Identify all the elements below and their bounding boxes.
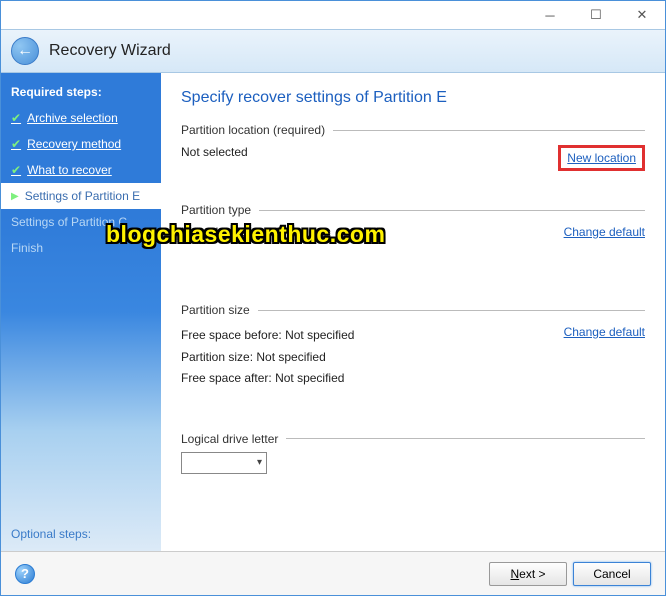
free-space-before: Free space before: Not specified (181, 325, 354, 347)
sidebar-step-label: Archive selection (27, 111, 118, 125)
sidebar-step-label: What to recover (27, 163, 112, 177)
back-icon[interactable]: ← (11, 37, 39, 65)
divider (258, 310, 645, 311)
cancel-button[interactable]: Cancel (573, 562, 651, 586)
section-heading-drive: Logical drive letter (181, 432, 278, 446)
main-content: Specify recover settings of Partition E … (161, 73, 665, 551)
minimize-button[interactable]: ─ (527, 1, 573, 29)
callout-highlight: New location (558, 145, 645, 171)
footer: ? Next > Cancel (1, 551, 665, 595)
sidebar: Required steps: ✔ Archive selection ✔ Re… (1, 73, 161, 551)
close-button[interactable]: ✕ (619, 1, 665, 29)
check-icon: ✔ (11, 137, 21, 151)
divider (286, 438, 645, 439)
change-default-type-link[interactable]: Change default (564, 225, 645, 239)
sidebar-step-label: Finish (11, 241, 43, 255)
section-heading-location: Partition location (required) (181, 123, 325, 137)
partition-size: Partition size: Not specified (181, 347, 354, 369)
help-icon[interactable]: ? (15, 564, 35, 584)
divider (333, 130, 645, 131)
sidebar-optional-heading: Optional steps: (11, 527, 91, 541)
section-heading-size: Partition size (181, 303, 250, 317)
sidebar-step-what-to-recover[interactable]: ✔ What to recover (1, 157, 161, 183)
sidebar-step-label: Settings of Partition C (11, 215, 127, 229)
page-title: Specify recover settings of Partition E (181, 89, 645, 107)
section-heading-type: Partition type (181, 203, 251, 217)
free-space-after: Free space after: Not specified (181, 368, 354, 390)
sidebar-step-label: Settings of Partition E (25, 189, 140, 203)
wizard-title: Recovery Wizard (49, 42, 171, 60)
drive-letter-dropdown[interactable]: ▾ (181, 452, 267, 474)
sidebar-step-archive-selection[interactable]: ✔ Archive selection (1, 105, 161, 131)
sidebar-step-finish[interactable]: Finish (1, 235, 161, 261)
check-icon: ✔ (11, 111, 21, 125)
play-icon: ▶ (11, 191, 19, 202)
sidebar-step-recovery-method[interactable]: ✔ Recovery method (1, 131, 161, 157)
sidebar-heading: Required steps: (1, 79, 161, 105)
next-button[interactable]: Next > (489, 562, 567, 586)
type-value: Not selected (181, 225, 248, 239)
sidebar-step-settings-partition-c[interactable]: Settings of Partition C (1, 209, 161, 235)
location-value: Not selected (181, 145, 248, 159)
chevron-down-icon: ▾ (257, 457, 262, 468)
window-titlebar: ─ ☐ ✕ (1, 1, 665, 29)
maximize-button[interactable]: ☐ (573, 1, 619, 29)
divider (259, 210, 645, 211)
sidebar-step-label: Recovery method (27, 137, 121, 151)
sidebar-step-settings-partition-e[interactable]: ▶ Settings of Partition E (1, 183, 161, 209)
wizard-header: ← Recovery Wizard (1, 29, 665, 73)
new-location-link[interactable]: New location (567, 151, 636, 165)
change-default-size-link[interactable]: Change default (564, 325, 645, 339)
check-icon: ✔ (11, 163, 21, 177)
